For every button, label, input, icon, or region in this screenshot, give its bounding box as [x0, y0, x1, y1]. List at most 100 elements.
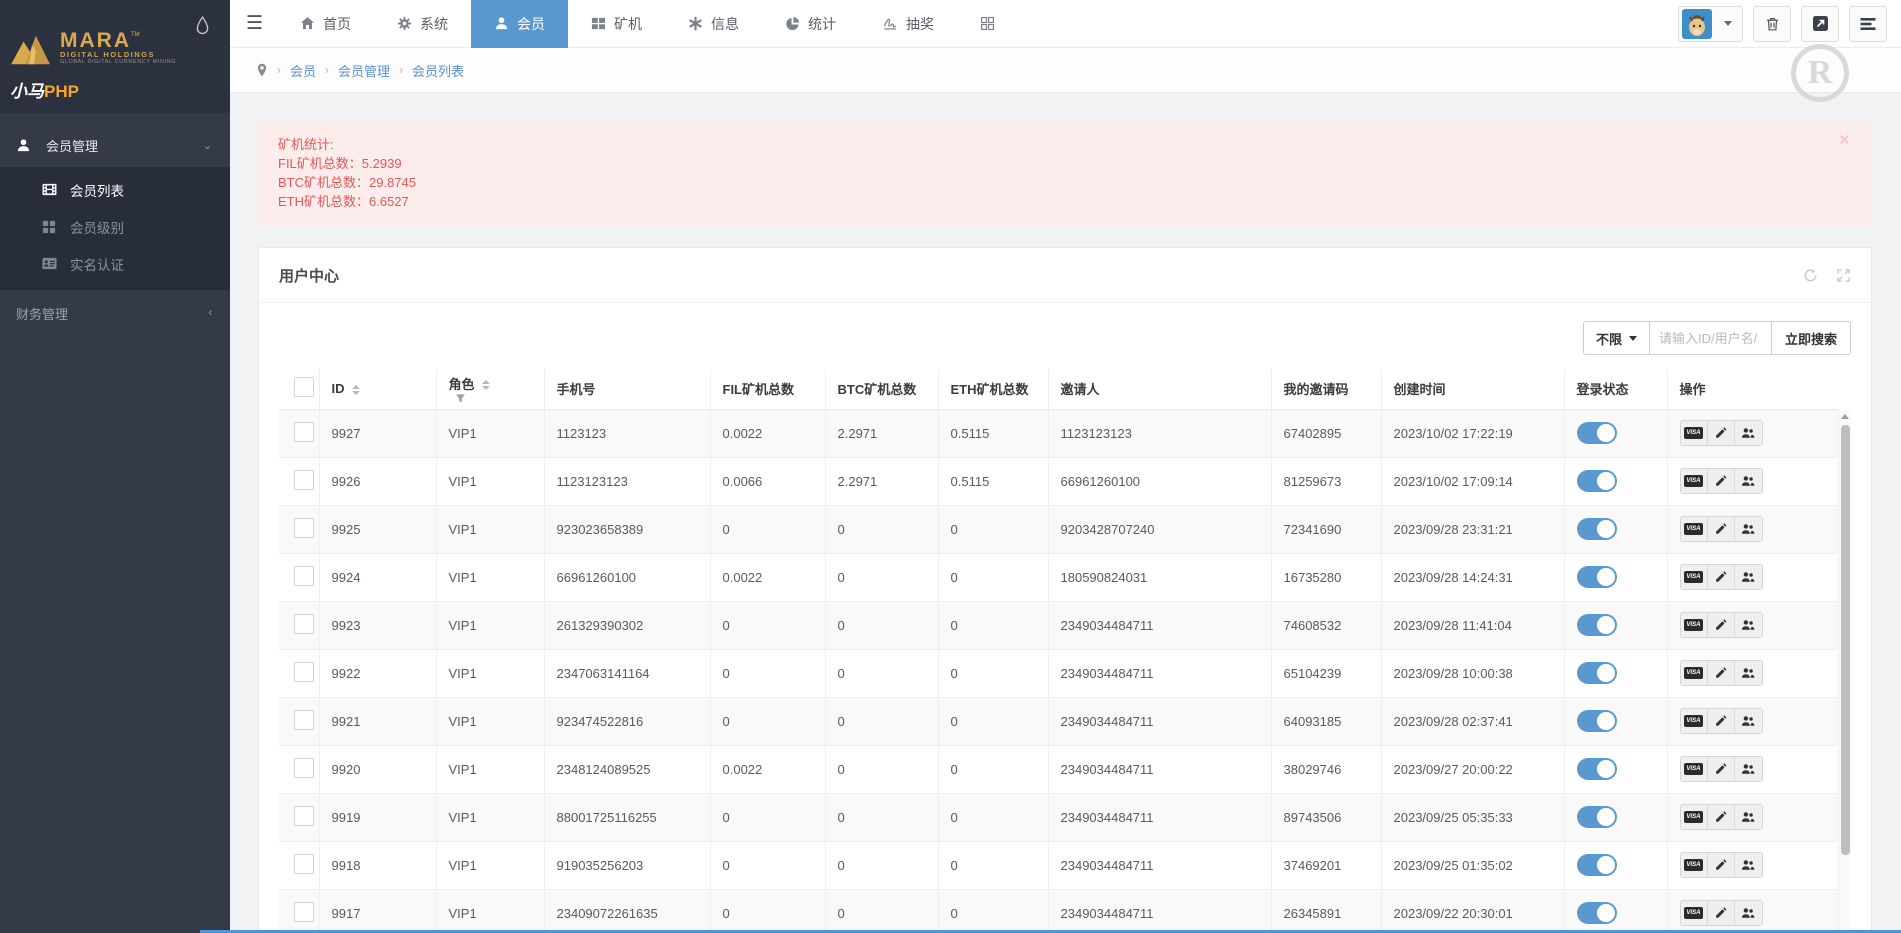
- sort-icon[interactable]: [482, 380, 490, 390]
- wallet-action-button[interactable]: VISA: [1681, 901, 1708, 925]
- clear-cache-button[interactable]: [1753, 6, 1791, 42]
- nav-item-miner[interactable]: 矿机: [568, 0, 665, 48]
- edit-action-button[interactable]: [1708, 853, 1735, 877]
- nav-item-system[interactable]: 系统: [374, 0, 471, 48]
- team-action-button[interactable]: [1735, 901, 1762, 925]
- edit-action-button[interactable]: [1708, 709, 1735, 733]
- cell-inviter: 66961260100: [1048, 457, 1271, 505]
- search-button[interactable]: 立即搜索: [1772, 321, 1851, 355]
- login-toggle[interactable]: [1577, 806, 1617, 828]
- nav-item-stats[interactable]: 统计: [762, 0, 859, 48]
- col-header-role[interactable]: 角色: [436, 369, 544, 409]
- wallet-action-button[interactable]: VISA: [1681, 421, 1708, 445]
- row-checkbox[interactable]: [294, 710, 314, 730]
- sidebar-item-finance-mgmt[interactable]: 财务管理 ‹: [0, 290, 230, 336]
- pencil-icon: [1715, 907, 1727, 919]
- edit-action-button[interactable]: [1708, 421, 1735, 445]
- login-toggle[interactable]: [1577, 710, 1617, 732]
- login-toggle[interactable]: [1577, 614, 1617, 636]
- wallet-action-button[interactable]: VISA: [1681, 805, 1708, 829]
- nav-item-apps[interactable]: [957, 0, 1018, 48]
- row-checkbox[interactable]: [294, 422, 314, 442]
- wallet-action-button[interactable]: VISA: [1681, 853, 1708, 877]
- team-action-button[interactable]: [1735, 661, 1762, 685]
- users-icon: [1741, 619, 1755, 631]
- wallet-action-button[interactable]: VISA: [1681, 517, 1708, 541]
- row-checkbox[interactable]: [294, 614, 314, 634]
- team-action-button[interactable]: [1735, 421, 1762, 445]
- login-toggle[interactable]: [1577, 758, 1617, 780]
- fullscreen-icon[interactable]: [1836, 268, 1851, 283]
- hamburger-icon[interactable]: ☰: [230, 12, 277, 35]
- pencil-icon: [1715, 715, 1727, 727]
- breadcrumb-link-member[interactable]: 会员: [290, 61, 316, 80]
- edit-action-button[interactable]: [1708, 757, 1735, 781]
- team-action-button[interactable]: [1735, 805, 1762, 829]
- login-toggle[interactable]: [1577, 662, 1617, 684]
- select-all-checkbox[interactable]: [294, 377, 314, 397]
- login-toggle[interactable]: [1577, 470, 1617, 492]
- filter-icon[interactable]: [455, 393, 466, 404]
- edit-action-button[interactable]: [1708, 613, 1735, 637]
- team-action-button[interactable]: [1735, 757, 1762, 781]
- search-input[interactable]: [1650, 321, 1772, 355]
- nav-item-home[interactable]: 首页: [277, 0, 374, 48]
- sidebar-item-member-level[interactable]: 会员级别: [0, 208, 230, 245]
- nav-item-member[interactable]: 会员: [471, 0, 568, 48]
- sidebar-item-real-name[interactable]: 实名认证: [0, 245, 230, 282]
- site-name: 小马PHP: [10, 77, 218, 102]
- filter-dropdown[interactable]: 不限: [1583, 321, 1650, 355]
- alert-close-icon[interactable]: ×: [1839, 131, 1850, 150]
- login-toggle[interactable]: [1577, 566, 1617, 588]
- wallet-action-button[interactable]: VISA: [1681, 757, 1708, 781]
- edit-action-button[interactable]: [1708, 517, 1735, 541]
- row-checkbox[interactable]: [294, 470, 314, 490]
- wallet-action-button[interactable]: VISA: [1681, 613, 1708, 637]
- edit-action-button[interactable]: [1708, 901, 1735, 925]
- row-checkbox[interactable]: [294, 902, 314, 922]
- login-toggle[interactable]: [1577, 422, 1617, 444]
- wallet-action-button[interactable]: VISA: [1681, 565, 1708, 589]
- team-action-button[interactable]: [1735, 517, 1762, 541]
- login-toggle[interactable]: [1577, 902, 1617, 924]
- right-panel-button[interactable]: [1849, 6, 1887, 42]
- edit-action-button[interactable]: [1708, 469, 1735, 493]
- breadcrumb-link-member-list[interactable]: 会员列表: [412, 61, 464, 80]
- edit-action-button[interactable]: [1708, 565, 1735, 589]
- team-action-button[interactable]: [1735, 565, 1762, 589]
- asterisk-icon: [688, 16, 703, 31]
- team-action-button[interactable]: [1735, 709, 1762, 733]
- row-checkbox[interactable]: [294, 806, 314, 826]
- row-checkbox[interactable]: [294, 566, 314, 586]
- table-scrollbar[interactable]: [1838, 409, 1851, 933]
- nav-item-lottery[interactable]: 抽奖: [859, 0, 957, 48]
- login-toggle[interactable]: [1577, 854, 1617, 876]
- wallet-action-button[interactable]: VISA: [1681, 469, 1708, 493]
- scrollbar-up-arrow[interactable]: [1839, 409, 1851, 424]
- login-toggle[interactable]: [1577, 518, 1617, 540]
- row-checkbox[interactable]: [294, 518, 314, 538]
- wallet-action-button[interactable]: VISA: [1681, 661, 1708, 685]
- scrollbar-thumb[interactable]: [1841, 425, 1850, 855]
- open-site-button[interactable]: [1801, 6, 1839, 42]
- edit-action-button[interactable]: [1708, 661, 1735, 685]
- refresh-icon[interactable]: [1803, 268, 1818, 283]
- alert-line-fil: FIL矿机总数：5.2939: [278, 154, 1852, 173]
- col-header-id[interactable]: ID: [319, 369, 436, 409]
- cell-login-status: [1564, 889, 1667, 933]
- wallet-action-button[interactable]: VISA: [1681, 709, 1708, 733]
- sort-icon[interactable]: [352, 385, 360, 395]
- edit-action-button[interactable]: [1708, 805, 1735, 829]
- breadcrumb-link-member-mgmt[interactable]: 会员管理: [338, 61, 390, 80]
- team-action-button[interactable]: [1735, 853, 1762, 877]
- sidebar-item-member-list[interactable]: 会员列表: [0, 171, 230, 208]
- sidebar-item-member-mgmt[interactable]: 会员管理 ⌄: [0, 123, 230, 167]
- row-checkbox[interactable]: [294, 662, 314, 682]
- row-checkbox[interactable]: [294, 758, 314, 778]
- user-menu-button[interactable]: [1678, 6, 1743, 42]
- cell-created: 2023/09/28 02:37:41: [1381, 697, 1564, 745]
- team-action-button[interactable]: [1735, 469, 1762, 493]
- team-action-button[interactable]: [1735, 613, 1762, 637]
- nav-item-message[interactable]: 信息: [665, 0, 762, 48]
- row-checkbox[interactable]: [294, 854, 314, 874]
